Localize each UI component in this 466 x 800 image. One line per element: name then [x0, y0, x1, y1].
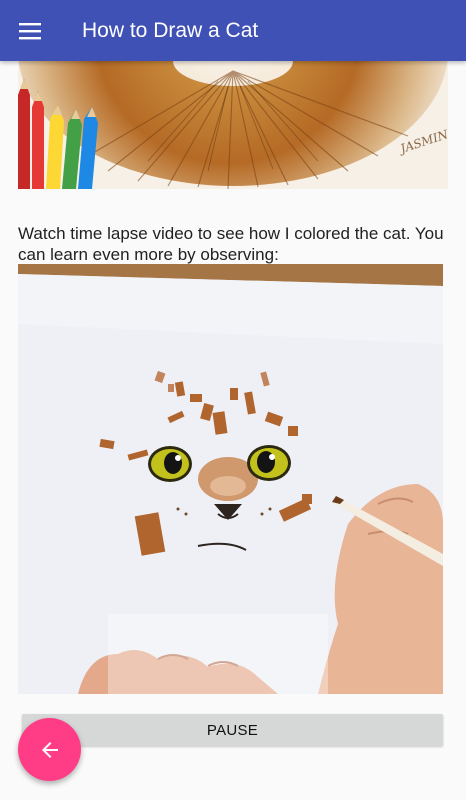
menu-button[interactable]: [0, 0, 62, 61]
timelapse-video[interactable]: [18, 264, 443, 694]
back-fab-button[interactable]: [18, 718, 81, 781]
arrow-left-icon: [41, 741, 58, 758]
app-toolbar: How to Draw a Cat: [0, 0, 466, 61]
description-text: Watch time lapse video to see how I colo…: [18, 224, 444, 264]
app-root: How to Draw a Cat JASMIN Watch time laps…: [0, 0, 466, 800]
hamburger-menu-icon: [19, 22, 41, 39]
toolbar-title: How to Draw a Cat: [82, 18, 259, 42]
cat-drawing-image: JASMIN: [18, 61, 448, 189]
pause-button[interactable]: PAUSE: [22, 714, 443, 746]
scroll-content[interactable]: JASMIN Watch time lapse video to see how…: [0, 61, 466, 800]
